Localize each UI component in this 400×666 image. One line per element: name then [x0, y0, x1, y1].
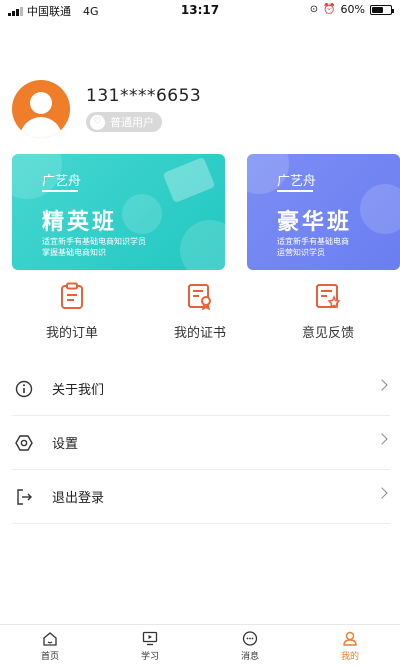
alarm-icon: ⏰	[323, 4, 336, 15]
study-icon	[142, 631, 158, 646]
rotation-lock-icon: ⊙	[309, 4, 319, 15]
chevron-right-icon	[376, 433, 388, 445]
card-desc-line: 掌握基础电商知识	[42, 248, 106, 257]
chevron-right-icon	[376, 487, 388, 499]
feedback-button[interactable]: 意见反馈	[268, 282, 388, 341]
info-icon	[14, 379, 34, 399]
card-desc-line: 适宜新手有基础电商	[277, 237, 349, 246]
menu-label: 关于我们	[52, 383, 105, 398]
my-orders-button[interactable]: 我的订单	[12, 282, 132, 341]
course-card-elite[interactable]: 广艺舟 精英班 适宜新手有基础电商知识学员 掌握基础电商知识	[12, 154, 225, 270]
tab-label: 首页	[40, 652, 59, 662]
my-orders-label: 我的订单	[45, 326, 98, 341]
user-level-label: 普通用户	[110, 116, 154, 129]
profile-icon	[343, 631, 357, 646]
course-cards[interactable]: 广艺舟 精英班 适宜新手有基础电商知识学员 掌握基础电商知识 广艺舟 豪华班 适…	[12, 154, 400, 270]
card-desc-line: 适宜新手有基础电商知识学员	[42, 237, 146, 246]
feedback-label: 意见反馈	[301, 326, 354, 341]
feedback-icon	[316, 284, 341, 309]
menu-label: 退出登录	[52, 491, 105, 506]
menu-item-logout[interactable]: 退出登录	[12, 470, 390, 524]
profile-header[interactable]: 131****6653 ♡ 普通用户	[12, 80, 201, 138]
logout-icon	[14, 487, 34, 507]
avatar[interactable]	[12, 80, 70, 138]
gem-icon	[162, 156, 216, 204]
tab-label: 消息	[240, 652, 259, 662]
clipboard-icon	[61, 282, 83, 309]
bottom-tab-bar: 首页 学习 消息 我的	[0, 624, 400, 666]
settings-icon	[14, 433, 34, 453]
tab-study[interactable]: 学习	[100, 625, 200, 666]
card-description: 适宜新手有基础电商知识学员 掌握基础电商知识	[42, 236, 202, 258]
quick-actions: 我的订单 我的证书 意见反馈	[0, 282, 400, 346]
my-certificates-button[interactable]: 我的证书	[140, 282, 260, 341]
tab-label: 学习	[140, 652, 159, 662]
tab-messages[interactable]: 消息	[200, 625, 300, 666]
battery-percent: 60%	[340, 3, 365, 16]
status-bar: 中国联通 4G 13:17 ⊙ ⏰ 60%	[0, 0, 400, 20]
certificate-icon	[188, 284, 211, 310]
profile-info: 131****6653 ♡ 普通用户	[86, 86, 201, 132]
battery-icon	[370, 4, 394, 15]
tab-profile[interactable]: 我的	[300, 625, 400, 666]
card-brand: 广艺舟	[42, 174, 82, 189]
settings-menu: 关于我们 设置 退出登录	[12, 362, 390, 524]
message-icon	[242, 631, 258, 646]
menu-label: 设置	[52, 437, 79, 452]
chevron-right-icon	[376, 379, 388, 391]
card-desc-line: 运营知识学员	[277, 248, 325, 257]
card-description: 适宜新手有基础电商 运营知识学员	[277, 236, 397, 258]
my-certificates-label: 我的证书	[173, 326, 226, 341]
heart-icon: ♡	[90, 114, 105, 130]
menu-item-settings[interactable]: 设置	[12, 416, 390, 470]
tab-home[interactable]: 首页	[0, 625, 100, 666]
course-card-deluxe[interactable]: 广艺舟 豪华班 适宜新手有基础电商 运营知识学员	[247, 154, 400, 270]
card-title: 豪华班	[277, 210, 353, 235]
user-level-badge: ♡ 普通用户	[86, 112, 162, 132]
user-phone: 131****6653	[86, 86, 202, 106]
status-right: ⊙ ⏰ 60%	[309, 3, 394, 16]
card-brand: 广艺舟	[277, 174, 317, 189]
card-title: 精英班	[42, 210, 118, 235]
tab-label: 我的	[340, 652, 359, 662]
menu-item-about[interactable]: 关于我们	[12, 362, 390, 416]
home-icon	[43, 632, 57, 646]
